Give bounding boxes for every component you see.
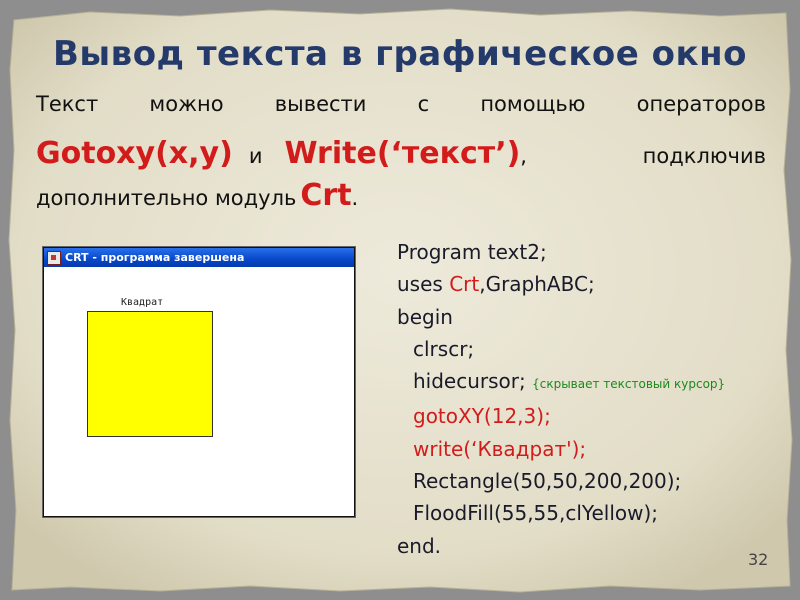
code-line: Rectangle(50,50,200,200); <box>413 469 682 494</box>
paragraph-line-2: Gotoxy(x,y) и Write(‘текст’) , подключив <box>36 136 766 171</box>
uses-keyword: uses <box>397 272 450 297</box>
code-line-hidecursor: hidecursor; {скрывает текстовый курсор} <box>397 365 725 400</box>
code-line: gotoXY(12,3); <box>413 404 551 429</box>
paragraph-line-1: Текст можно вывести с помощью операторов <box>36 92 766 116</box>
code-line: begin <box>397 304 453 329</box>
connecting-word: подключив <box>642 144 766 168</box>
period: . <box>351 186 359 210</box>
window-client-area: Квадрат <box>48 271 350 512</box>
code-line: Program text2; <box>397 240 547 264</box>
crt-module: Crt <box>300 178 352 213</box>
yellow-square <box>87 311 213 437</box>
crt-unit: Crt <box>449 272 480 297</box>
word: операторов <box>636 92 766 116</box>
word: с <box>417 92 430 116</box>
word: Текст <box>36 92 99 116</box>
and-word: и <box>248 144 263 168</box>
window-titlebar: CRT - программа завершена <box>44 248 354 267</box>
word: можно <box>149 92 224 116</box>
hidecursor-call: hidecursor; <box>413 369 526 394</box>
slide: Вывод текста в графическое окно Текст мо… <box>0 0 800 600</box>
uses-rest: ,GraphABC; <box>479 272 595 297</box>
word: вывести <box>274 92 367 116</box>
paragraph-line-3: дополнительно модуль Crt . <box>36 178 766 213</box>
gotoxy-operator: Gotoxy(x,y) <box>36 136 233 171</box>
window-title: CRT - программа завершена <box>65 251 245 264</box>
code-line: end. <box>397 533 442 558</box>
module-text: дополнительно модуль <box>36 186 297 210</box>
slide-title: Вывод текста в графическое окно <box>53 34 747 74</box>
code-line: write(‘Квадрат'); <box>413 436 587 461</box>
crt-window-screenshot: CRT - программа завершена Квадрат <box>43 247 355 517</box>
output-label: Квадрат <box>121 297 164 308</box>
word: помощью <box>480 92 586 116</box>
write-operator: Write(‘текст’) <box>284 136 521 171</box>
code-listing: Program text2; uses Crt,GraphABC; begin … <box>397 236 725 562</box>
page-number: 32 <box>748 550 769 569</box>
code-comment: {скрывает текстовый курсор} <box>532 377 726 392</box>
code-line-uses: uses Crt,GraphABC; <box>397 268 725 300</box>
app-icon <box>47 250 61 265</box>
comma: , <box>520 144 527 168</box>
code-line: clrscr; <box>413 336 475 361</box>
code-line: FloodFill(55,55,clYellow); <box>413 501 659 526</box>
